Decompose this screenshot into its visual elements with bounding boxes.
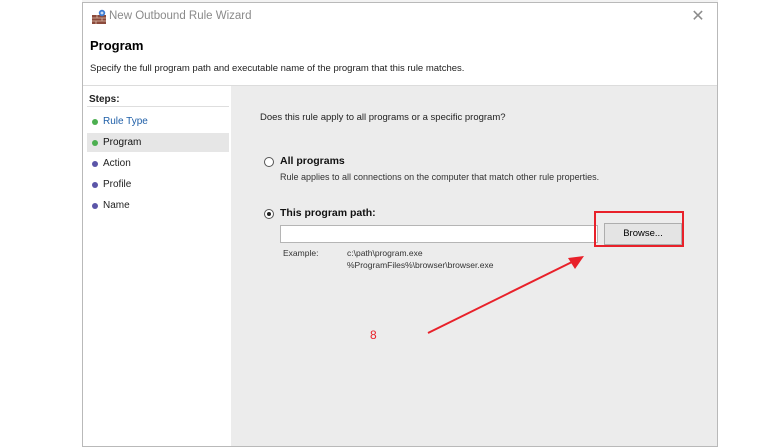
step-status-icon (92, 140, 98, 146)
program-path-label[interactable]: This program path: (280, 207, 376, 219)
step-status-icon (92, 182, 98, 188)
step-label: Profile (103, 179, 132, 190)
steps-divider (87, 106, 229, 107)
all-programs-description: Rule applies to all connections on the c… (280, 172, 600, 182)
browse-button[interactable]: Browse... (604, 223, 682, 245)
wizard-window: New Outbound Rule Wizard ✕ Program Speci… (82, 2, 718, 447)
close-icon: ✕ (691, 8, 705, 25)
page-title: Program (90, 38, 144, 53)
step-label: Action (103, 158, 131, 169)
steps-heading: Steps: (89, 94, 120, 105)
all-programs-radio[interactable] (264, 157, 274, 167)
content-panel: Does this rule apply to all programs or … (231, 86, 717, 446)
steps-sidebar: Steps: Rule Type Program Action Profile … (83, 86, 231, 446)
page-description: Specify the full program path and execut… (90, 63, 465, 74)
step-status-icon (92, 203, 98, 209)
step-label: Program (103, 137, 142, 148)
wizard-header: Program Specify the full program path an… (83, 31, 717, 86)
step-action[interactable]: Action (87, 154, 229, 173)
step-label: Rule Type (103, 116, 148, 127)
program-path-radio[interactable] (264, 209, 274, 219)
step-rule-type[interactable]: Rule Type (87, 112, 229, 131)
close-button[interactable]: ✕ (689, 8, 707, 26)
program-path-input[interactable] (280, 225, 598, 243)
step-name[interactable]: Name (87, 196, 229, 215)
example-path-1: c:\path\program.exe (347, 248, 423, 258)
step-profile[interactable]: Profile (87, 175, 229, 194)
scope-question: Does this rule apply to all programs or … (260, 112, 506, 123)
step-label: Name (103, 200, 130, 211)
example-label: Example: (283, 248, 319, 258)
firewall-icon (92, 9, 106, 24)
title-bar[interactable]: New Outbound Rule Wizard ✕ (83, 3, 717, 31)
example-path-2: %ProgramFiles%\browser\browser.exe (347, 260, 494, 270)
step-status-icon (92, 119, 98, 125)
step-program[interactable]: Program (87, 133, 229, 152)
background-right (718, 0, 768, 447)
all-programs-label[interactable]: All programs (280, 155, 345, 167)
step-status-icon (92, 161, 98, 167)
window-title: New Outbound Rule Wizard (109, 10, 252, 22)
background-left (0, 0, 82, 447)
